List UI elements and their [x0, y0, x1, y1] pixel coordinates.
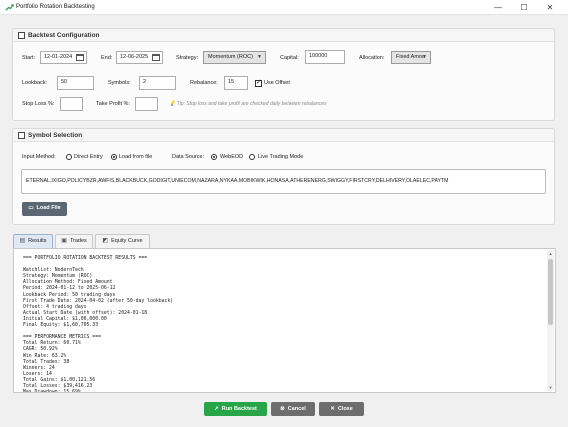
close-button[interactable]: ✕ Close	[319, 402, 364, 416]
clipboard-icon: ▣	[61, 238, 67, 244]
stop-loss-label: Stop Loss %:	[22, 101, 55, 107]
allocation-select[interactable]: Fixed Amou ▼	[391, 51, 431, 64]
use-offset-label: Use Offset	[264, 80, 290, 86]
backtest-config-panel: Backtest Configuration	[12, 28, 555, 121]
start-date-value: 12-01-2024	[44, 54, 73, 60]
backtest-config-header: Backtest Configuration	[13, 29, 554, 42]
take-profit-input[interactable]	[135, 97, 158, 111]
webeod-label: WebEOD	[220, 154, 244, 160]
live-trading-radio[interactable]	[249, 154, 255, 160]
results-text: === PORTFOLIO ROTATION BACKTEST RESULTS …	[23, 256, 174, 393]
strategy-select[interactable]: Momentum (ROC) ▼	[203, 51, 266, 64]
checkmark-icon: ✓	[256, 79, 262, 86]
tab-trades[interactable]: ▣ Trades	[55, 234, 93, 248]
lookback-label: Lookback:	[22, 80, 48, 86]
tab-equity-curve-label: Equity Curve	[111, 238, 143, 244]
title-bar: Portfolio Rotation Backtesting — ☐ ✕	[0, 0, 568, 15]
close-window-button[interactable]: ✕	[537, 0, 563, 15]
take-profit-label: Take Profit %:	[96, 101, 130, 107]
symbols-count-input[interactable]: 2	[139, 76, 176, 90]
run-backtest-button[interactable]: ↗ Run Backtest	[204, 402, 267, 416]
use-offset-checkbox[interactable]: ✓	[255, 79, 262, 87]
chevron-down-icon: ▼	[422, 54, 427, 60]
run-chart-icon: ↗	[214, 406, 219, 412]
start-date-field[interactable]: 12-01-2024	[40, 51, 87, 64]
load-file-button[interactable]: ▭ Load File	[22, 202, 67, 216]
end-date-value: 12-06-2025	[120, 54, 149, 60]
checklist-icon	[18, 132, 25, 139]
rebalance-input[interactable]: 15	[224, 76, 248, 90]
tip-text: 💡 Tip: Stop loss and take profit are che…	[169, 101, 327, 107]
direct-entry-label: Direct Entry	[74, 154, 103, 160]
allocation-value: Fixed Amou	[396, 54, 426, 60]
symbols-textbox[interactable]: ETERNAL,IXIGO,POLICYBZR,AWFIS,BLACKBUCK,…	[21, 169, 546, 194]
start-label: Start:	[22, 55, 36, 61]
rebalance-value: 15	[228, 79, 235, 85]
data-source-label: Data Source:	[172, 154, 205, 160]
allocation-label: Allocation:	[359, 55, 385, 61]
lookback-value: 50	[61, 79, 68, 85]
calendar-icon[interactable]	[76, 54, 84, 61]
cancel-label: Cancel	[287, 406, 306, 412]
app-icon	[5, 4, 14, 11]
results-scrollbar[interactable]: ▲ ▼	[547, 250, 554, 391]
tab-equity-curve[interactable]: ◩ Equity Curve	[95, 234, 150, 248]
load-from-file-radio[interactable]	[111, 154, 117, 160]
chart-icon: ◩	[102, 238, 109, 244]
folder-icon: ▭	[28, 205, 34, 211]
load-from-file-label: Load from file	[119, 154, 153, 160]
backtest-config-title: Backtest Configuration	[28, 32, 100, 39]
strategy-value: Momentum (ROC)	[208, 54, 253, 60]
tab-trades-label: Trades	[69, 238, 87, 244]
load-file-label: Load File	[36, 205, 61, 211]
minimize-button[interactable]: —	[485, 0, 511, 15]
live-trading-label: Live Trading Mode	[258, 154, 304, 160]
strategy-label: Strategy:	[176, 55, 199, 61]
scroll-thumb[interactable]	[548, 259, 553, 325]
close-icon: ✕	[330, 406, 335, 412]
symbol-selection-title: Symbol Selection	[28, 132, 83, 139]
capital-input[interactable]: 100000	[305, 50, 345, 64]
results-panel[interactable]: === PORTFOLIO ROTATION BACKTEST RESULTS …	[13, 248, 556, 393]
config-icon	[18, 32, 25, 39]
chevron-down-icon: ▼	[257, 54, 262, 60]
scroll-down-icon[interactable]: ▼	[547, 384, 554, 391]
cancel-icon: ⊗	[280, 406, 285, 412]
stop-loss-input[interactable]	[60, 97, 83, 111]
symbols-count-value: 2	[143, 79, 147, 85]
tab-results[interactable]: ▤ Results	[13, 234, 53, 248]
webeod-radio[interactable]	[211, 154, 217, 160]
calendar-icon[interactable]	[152, 54, 160, 61]
maximize-button[interactable]: ☐	[511, 0, 537, 15]
end-date-field[interactable]: 12-06-2025	[116, 51, 163, 64]
rebalance-label: Rebalance:	[190, 80, 218, 86]
symbols-count-label: Symbols:	[108, 80, 131, 86]
input-method-label: Input Method:	[22, 154, 56, 160]
symbols-text: ETERNAL,IXIGO,POLICYBZR,AWFIS,BLACKBUCK,…	[26, 178, 449, 184]
document-icon: ▤	[19, 238, 26, 244]
symbol-selection-header: Symbol Selection	[13, 129, 554, 142]
capital-value: 100000	[309, 53, 328, 59]
close-label: Close	[337, 406, 353, 412]
lookback-input[interactable]: 50	[57, 76, 94, 90]
run-backtest-label: Run Backtest	[221, 406, 257, 412]
tab-results-label: Results	[28, 238, 47, 244]
direct-entry-radio[interactable]	[66, 154, 72, 160]
scroll-up-icon[interactable]: ▲	[547, 250, 554, 257]
end-label: End:	[101, 55, 113, 61]
window-title: Portfolio Rotation Backtesting	[16, 4, 95, 10]
cancel-button[interactable]: ⊗ Cancel	[271, 402, 315, 416]
capital-label: Capital:	[280, 55, 299, 61]
